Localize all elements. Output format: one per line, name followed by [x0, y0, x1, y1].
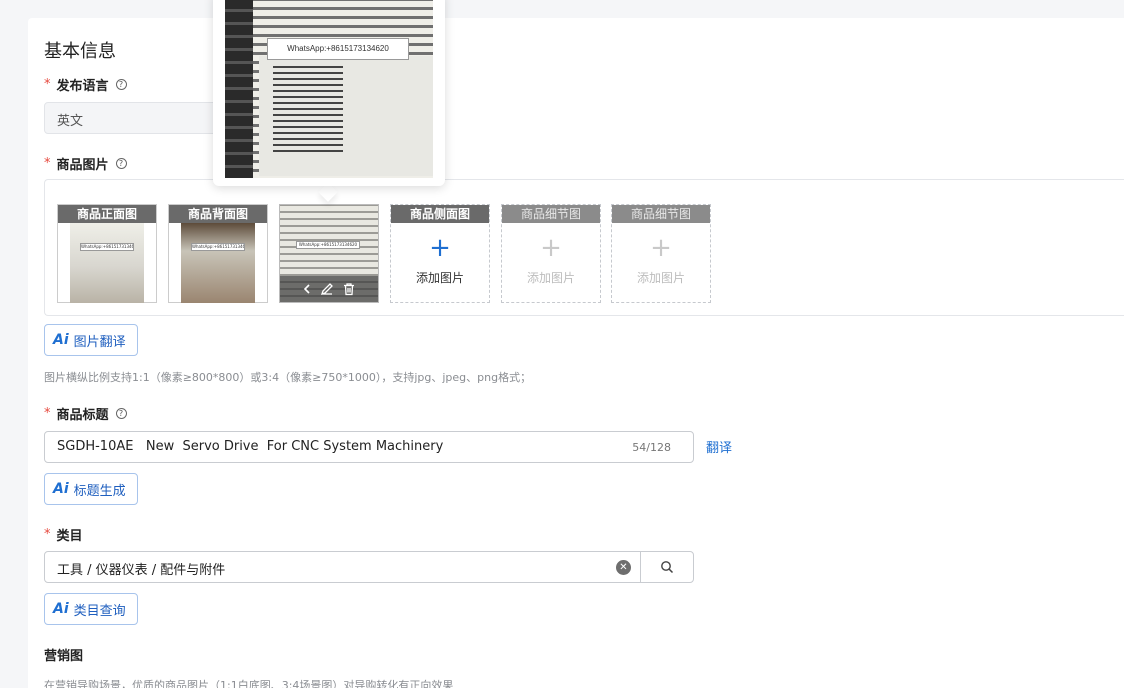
ai-icon: Ai: [53, 601, 69, 617]
help-icon[interactable]: ?: [115, 158, 127, 169]
plus-icon: +: [540, 233, 562, 263]
language-label-text: 发布语言: [56, 79, 109, 94]
help-icon[interactable]: ?: [115, 408, 127, 419]
images-label: * 商品图片 ?: [44, 154, 127, 173]
keyboard-area: [225, 0, 253, 178]
language-label: * 发布语言 ?: [44, 75, 127, 94]
image-slot-back[interactable]: WhatsApp:+8615173134620 商品背面图: [168, 204, 268, 303]
required-mark: *: [44, 77, 51, 92]
image-translate-button[interactable]: Ai 图片翻译: [44, 324, 138, 356]
category-value: 工具 / 仪器仪表 / 配件与附件: [57, 563, 226, 578]
image-hint: 图片横纵比例支持1:1（像素≥800*800）或3:4（像素≥750*1000）…: [44, 371, 532, 384]
title-label: * 商品标题 ?: [44, 404, 127, 423]
chevron-left-icon[interactable]: [302, 283, 312, 295]
marketing-label: 营销图: [44, 649, 84, 664]
ai-icon: Ai: [53, 332, 69, 348]
slot-tag: 商品细节图: [502, 205, 600, 223]
category-query-label: 类目查询: [73, 603, 126, 619]
title-input[interactable]: SGDH-10AE New Servo Drive For CNC System…: [44, 431, 694, 463]
required-mark: *: [44, 527, 51, 542]
product-photo: WhatsApp:+8615173134620: [181, 223, 255, 303]
image-slot-front[interactable]: WhatsApp:+8615173134620 商品正面图: [57, 204, 157, 303]
help-icon[interactable]: ?: [115, 79, 127, 90]
slot-tag: 商品侧面图: [391, 205, 489, 223]
drive-vents: [273, 66, 343, 156]
trash-icon[interactable]: [342, 282, 356, 296]
plus-icon: +: [429, 233, 451, 263]
add-image: + 添加图片: [391, 235, 489, 286]
preview-photo: WhatsApp:+8615173134620: [225, 0, 433, 178]
slot-tag: 商品细节图: [612, 205, 710, 223]
category-input[interactable]: 工具 / 仪器仪表 / 配件与附件 ✕: [44, 551, 641, 583]
required-mark: *: [44, 156, 51, 171]
title-input-value: SGDH-10AE New Servo Drive For CNC System…: [57, 439, 444, 454]
char-counter: 54/128: [632, 441, 671, 454]
add-image-text: 添加图片: [415, 271, 464, 285]
image-slot-detail-1: 商品细节图 + 添加图片: [501, 204, 601, 303]
ai-icon: Ai: [53, 481, 69, 497]
plus-icon: +: [650, 233, 672, 263]
translate-link[interactable]: 翻译: [706, 437, 732, 456]
category-search-button[interactable]: [640, 551, 694, 583]
watermark: WhatsApp:+8615173134620: [191, 243, 245, 251]
title-label-text: 商品标题: [56, 408, 109, 423]
title-generate-button[interactable]: Ai 标题生成: [44, 473, 138, 505]
add-image-text: 添加图片: [526, 271, 575, 285]
title-generate-label: 标题生成: [73, 483, 126, 499]
required-mark: *: [44, 406, 51, 421]
category-query-button[interactable]: Ai 类目查询: [44, 593, 138, 625]
product-photo: WhatsApp:+8615173134620: [70, 223, 144, 303]
slot-tag: 商品背面图: [169, 205, 267, 223]
edit-icon[interactable]: [320, 282, 334, 296]
watermark: WhatsApp:+8615173134620: [80, 243, 134, 251]
image-slot-side[interactable]: 商品侧面图 + 添加图片: [390, 204, 490, 303]
preview-watermark: WhatsApp:+8615173134620: [267, 38, 409, 60]
category-label: * 类目: [44, 525, 83, 544]
image-preview-popover: WhatsApp:+8615173134620: [213, 0, 445, 186]
image-slot-detail-2: 商品细节图 + 添加图片: [611, 204, 711, 303]
marketing-hint: 在营销导购场景，优质的商品图片（1:1白底图、3:4场景图）对导购转化有正向效果: [44, 679, 454, 688]
add-image: + 添加图片: [612, 235, 710, 286]
search-icon: [661, 561, 674, 574]
slot-tag: 商品正面图: [58, 205, 156, 223]
category-label-text: 类目: [56, 529, 83, 544]
clear-icon[interactable]: ✕: [616, 560, 631, 575]
add-image: + 添加图片: [502, 235, 600, 286]
image-translate-label: 图片翻译: [73, 334, 126, 350]
image-slot-extra[interactable]: WhatsApp:+8615173134620: [279, 204, 379, 303]
section-title: 基本信息: [44, 41, 116, 62]
add-image-text: 添加图片: [636, 271, 685, 285]
image-toolbar: [280, 276, 378, 302]
watermark: WhatsApp:+8615173134620: [296, 241, 360, 249]
language-select[interactable]: 英文: [44, 102, 224, 134]
images-label-text: 商品图片: [56, 158, 109, 173]
